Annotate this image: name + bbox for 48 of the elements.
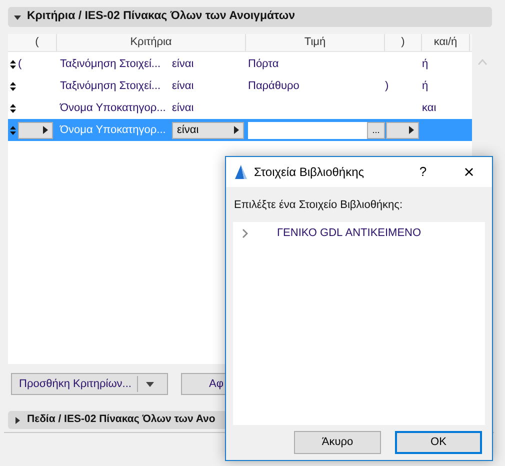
app-logo-icon	[234, 164, 248, 180]
column-header[interactable]: Τιμή	[246, 34, 385, 51]
browse-button[interactable]: ...	[367, 122, 385, 138]
criterion-text: Ταξινόμηση Στοιχεί...	[59, 56, 162, 72]
help-button[interactable]: ?	[408, 162, 438, 182]
open-paren: (	[18, 56, 22, 72]
drag-handle-icon[interactable]	[10, 60, 16, 68]
criterion-text: Ταξινόμηση Στοιχεί...	[59, 78, 162, 94]
value-text: Πόρτα	[247, 56, 279, 72]
section-title: Κριτήρια / IES-02 Πίνακας Όλων των Ανοιγμάτων	[27, 9, 295, 24]
dialog-title: Στοιχεία Βιβλιοθήκης	[254, 164, 364, 181]
section-header[interactable]: Κριτήρια / IES-02 Πίνακας Όλων των Ανοιγμάτων	[8, 7, 492, 27]
drag-handle-icon[interactable]	[10, 104, 16, 112]
expand-chevron-icon[interactable]	[242, 229, 248, 238]
library-item-label: ΓΕΝΙΚΟ GDL ΑΝΤΙΚΕΙΜΕΝΟ	[277, 226, 422, 242]
conjunction-text: ή	[422, 80, 428, 92]
add-criteria-split-button[interactable]: Προσθήκη Κριτηρίων...	[11, 373, 168, 395]
drag-handle-icon[interactable]	[10, 82, 16, 90]
add-criteria-label[interactable]: Προσθήκη Κριτηρίων...	[12, 376, 138, 392]
criteria-row[interactable]: Όνομα Υποκατηγορ... είναι ...	[8, 119, 472, 141]
dropdown-caret-icon[interactable]	[146, 382, 154, 386]
conjunction-text: και	[422, 102, 436, 114]
library-item[interactable]: ΓΕΝΙΚΟ GDL ΑΝΤΙΚΕΙΜΕΝΟ	[233, 222, 485, 244]
operator-text: είναι	[172, 100, 194, 116]
arrow-icon	[409, 126, 414, 134]
arrow-icon	[234, 126, 239, 134]
criterion-text: Όνομα Υποκατηγορ...	[58, 122, 167, 138]
dialog-prompt: Επιλέξτε ένα Στοιχείο Βιβλιοθήκης:	[234, 198, 404, 213]
paren-dropdown[interactable]	[386, 122, 419, 138]
paren-dropdown[interactable]	[18, 122, 53, 138]
conjunction-text: ή	[422, 58, 428, 70]
arrow-icon	[43, 126, 48, 134]
column-header[interactable]: Κριτήρια	[57, 34, 246, 51]
close-button[interactable]: ×	[446, 163, 492, 181]
operator-text: είναι	[172, 56, 194, 72]
column-header[interactable]: )	[385, 34, 422, 51]
drag-handle-icon[interactable]	[10, 126, 16, 134]
value-text: Παράθυρο	[247, 78, 300, 94]
criterion-text: Όνομα Υποκατηγορ...	[58, 100, 167, 116]
column-header[interactable]: (	[18, 34, 57, 51]
operator-text: είναι	[172, 78, 194, 94]
close-paren: )	[385, 78, 389, 94]
section-title: Πεδία / IES-02 Πίνακας Όλων των Ανο	[27, 412, 216, 428]
column-header[interactable]: και/ή	[422, 34, 470, 51]
dialog-button[interactable]: OK	[395, 430, 482, 454]
dialog-button[interactable]: Άκυρο	[294, 430, 381, 454]
operator-dropdown[interactable]: είναι	[172, 122, 244, 138]
value-field[interactable]	[248, 122, 367, 138]
